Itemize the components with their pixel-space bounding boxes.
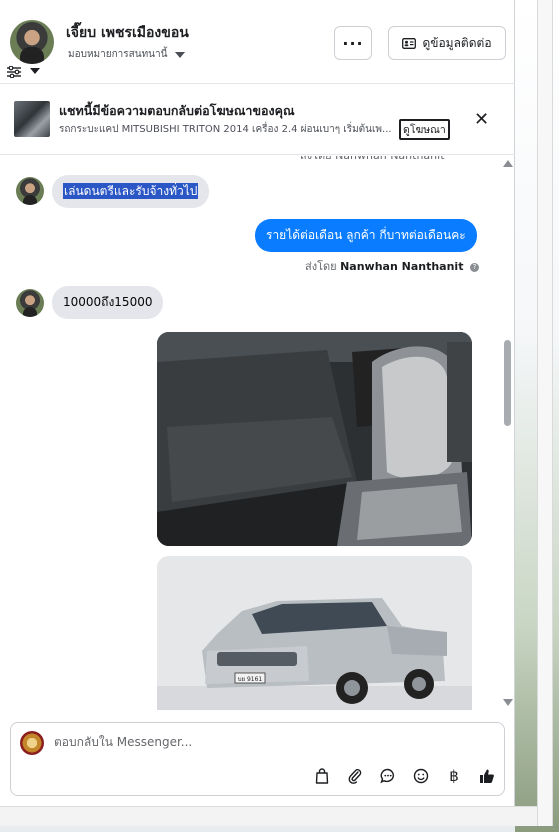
chat-bubble-icon[interactable] bbox=[377, 765, 399, 787]
contact-avatar-small[interactable] bbox=[16, 289, 44, 317]
message-composer: ฿ bbox=[10, 722, 505, 796]
window-bottom-edge bbox=[0, 806, 537, 826]
filter-chevron-down-icon[interactable] bbox=[30, 68, 40, 74]
thumbs-up-icon[interactable] bbox=[476, 765, 498, 787]
window-scrollbar[interactable] bbox=[537, 0, 553, 826]
contact-avatar-small[interactable] bbox=[16, 177, 44, 205]
ad-banner-subtitle: รถกระบะแคป MITSUBISHI TRITON 2014 เครื่อ… bbox=[59, 124, 392, 135]
emoji-icon[interactable] bbox=[410, 765, 432, 787]
conversation-header: เจี๊ยบ เพชรเมืองขอน มอบหมายการสนทนานี้ ·… bbox=[0, 0, 515, 84]
contact-card-icon bbox=[402, 37, 417, 49]
chevron-down-icon bbox=[175, 51, 186, 58]
incoming-message[interactable]: 10000ถึง15000 bbox=[52, 286, 164, 319]
view-contact-info-label: ดูข้อมูลติดต่อ bbox=[422, 35, 492, 50]
reply-input[interactable] bbox=[54, 735, 474, 749]
sent-by-name: Nanwhan Nanthanit bbox=[340, 260, 464, 273]
paperclip-icon[interactable] bbox=[344, 765, 366, 787]
conversation-panel: เจี๊ยบ เพชรเมืองขอน มอบหมายการสนทนานี้ ·… bbox=[0, 0, 515, 806]
ad-reply-banner: แชทนี้มีข้อความตอบกลับต่อโฆษณาของคุณ รถก… bbox=[0, 85, 515, 155]
outgoing-message[interactable]: รายได้ต่อเดือน ลูกค้า กี่บาทต่อเดือนคะ bbox=[255, 219, 477, 252]
contact-avatar[interactable] bbox=[10, 20, 54, 64]
interior-photo[interactable] bbox=[157, 332, 472, 546]
truck-photo[interactable]: บย 9161 bbox=[157, 556, 472, 710]
more-button[interactable]: ··· bbox=[334, 26, 372, 60]
filter-icon[interactable] bbox=[7, 66, 21, 78]
contact-name[interactable]: เจี๊ยบ เพชรเมืองขอน bbox=[66, 22, 189, 44]
ad-banner-title: แชทนี้มีข้อความตอบกลับต่อโฆษณาของคุณ bbox=[59, 103, 295, 118]
license-plate: บย 9161 bbox=[238, 676, 263, 683]
assign-label: มอบหมายการสนทนานี้ bbox=[68, 49, 168, 60]
cut-off-sender-line: ส่งโดย Nanwhan Nanthanit bbox=[300, 156, 445, 164]
view-contact-info-button[interactable]: ดูข้อมูลติดต่อ bbox=[388, 26, 506, 60]
bag-icon[interactable] bbox=[311, 765, 333, 787]
ad-thumbnail[interactable] bbox=[14, 101, 50, 137]
sent-by-prefix: ส่งโดย bbox=[305, 260, 337, 273]
message-thread[interactable]: ส่งโดย Nanwhan Nanthanit เล่นดนตรีและรับ… bbox=[0, 156, 500, 710]
sent-by-line: ส่งโดย Nanwhan Nanthanit ? bbox=[305, 257, 479, 275]
assign-conversation-dropdown[interactable]: มอบหมายการสนทนานี้ bbox=[68, 47, 186, 62]
info-icon[interactable]: ? bbox=[469, 262, 479, 272]
scrollbar-thumb[interactable] bbox=[504, 340, 511, 426]
incoming-message[interactable]: เล่นดนตรีและรับจ้างทั่วไป bbox=[52, 175, 210, 208]
more-icon: ··· bbox=[342, 33, 364, 53]
scroll-down-arrow-icon[interactable] bbox=[503, 699, 513, 706]
composer-toolbar: ฿ bbox=[311, 765, 498, 787]
view-ad-link[interactable]: ดูโฆษณา bbox=[399, 119, 450, 140]
page-avatar bbox=[20, 731, 44, 755]
incoming-message-text: เล่นดนตรีและรับจ้างทั่วไป bbox=[63, 183, 199, 199]
close-icon[interactable]: ✕ bbox=[474, 109, 489, 130]
scroll-up-arrow-icon[interactable] bbox=[503, 160, 513, 167]
baht-icon[interactable]: ฿ bbox=[443, 765, 465, 787]
